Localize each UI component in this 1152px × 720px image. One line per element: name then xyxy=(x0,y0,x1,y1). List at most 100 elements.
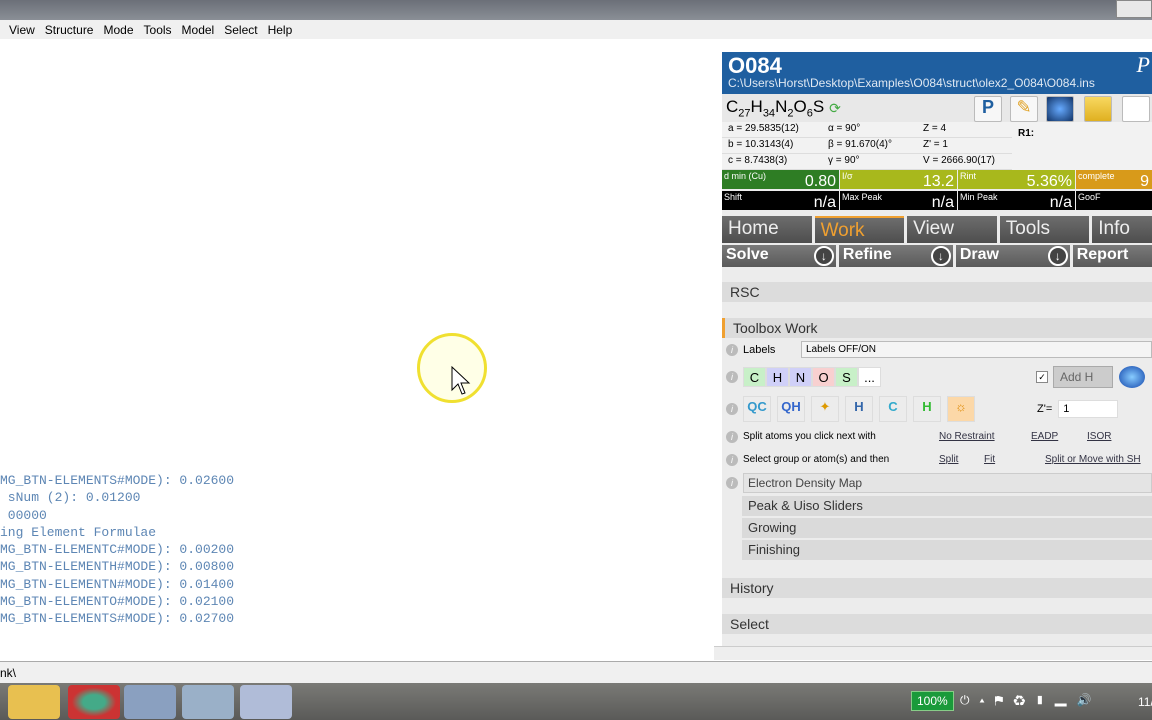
group-peak-uiso-sliders[interactable]: Peak & Uiso Sliders xyxy=(742,496,1152,516)
stat-value: 9 xyxy=(1140,173,1149,190)
app-icon[interactable] xyxy=(182,685,234,719)
group-finishing[interactable]: Finishing xyxy=(742,540,1152,560)
stat-max-peak: Max Peak n/a xyxy=(840,190,957,211)
stats-grid: d min (Cu) 0.80 I/σ 13.2 Rint 5.36% complete 9 S… xyxy=(722,170,1152,211)
menu-structure[interactable]: Structure xyxy=(40,23,99,37)
split-link[interactable]: Split xyxy=(939,454,984,465)
clock[interactable]: 11/ xyxy=(1138,695,1152,709)
section-rsc[interactable]: RSC xyxy=(722,282,1152,302)
rotate-icon[interactable]: C xyxy=(879,396,907,422)
tab-work[interactable]: Work xyxy=(814,216,905,243)
info-icon[interactable]: i xyxy=(726,476,738,489)
section-toolbox-work[interactable]: Toolbox Work xyxy=(722,318,1152,338)
eadp-link[interactable]: EADP xyxy=(1031,431,1087,442)
no-restraint-link[interactable]: No Restraint xyxy=(939,431,1031,442)
more-elements-button[interactable]: ... xyxy=(858,367,881,387)
element-c-button[interactable]: C xyxy=(743,367,766,387)
info-icon[interactable]: i xyxy=(726,343,738,356)
menu-model[interactable]: Model xyxy=(177,23,220,37)
split-move-sh-link[interactable]: Split or Move with SH xyxy=(1045,454,1141,465)
menu-tools[interactable]: Tools xyxy=(139,23,177,37)
draw-button[interactable]: Draw ↓ xyxy=(955,245,1070,267)
q-to-h-icon[interactable]: QH xyxy=(777,396,805,422)
app-icon[interactable] xyxy=(124,685,176,719)
olex2-control-panel: O084 C:\Users\Horst\Desktop\Examples\O08… xyxy=(722,52,1152,660)
q-to-c-icon[interactable]: QC xyxy=(743,396,771,422)
folder-icon[interactable] xyxy=(1084,96,1112,122)
refine-button[interactable]: Refine ↓ xyxy=(838,245,953,267)
stat-value: 13.2 xyxy=(922,173,954,190)
labels-row: i Labels Labels OFF/ON xyxy=(722,338,1152,361)
menu-help[interactable]: Help xyxy=(263,23,298,37)
cell-volume: V = 2666.90(17) xyxy=(917,154,1012,170)
zprime-input[interactable]: 1 xyxy=(1058,400,1119,418)
addh-checkbox[interactable]: ✓ xyxy=(1036,371,1048,383)
element-h-button[interactable]: H xyxy=(766,367,789,387)
stat-value: n/a xyxy=(1049,193,1072,211)
tools-row: i QC QH ✦ H C H ☼ Z'= 1 xyxy=(722,393,1152,425)
group-growing[interactable]: Growing xyxy=(742,518,1152,538)
stat-label: GooF xyxy=(1078,191,1101,202)
info-icon[interactable]: i xyxy=(726,403,738,415)
grow-icon[interactable]: ☼ xyxy=(947,396,975,422)
download-icon[interactable]: ↓ xyxy=(1047,246,1068,266)
isor-link[interactable]: ISOR xyxy=(1087,431,1111,442)
stat-label: I/σ xyxy=(842,171,853,181)
cell-z: Z = 4 xyxy=(917,122,1012,138)
battery-indicator[interactable]: 100% xyxy=(911,691,954,711)
refresh-icon[interactable]: ⟳ xyxy=(829,100,841,117)
explorer-icon[interactable] xyxy=(8,685,60,719)
stat-complete: complete 9 xyxy=(1076,170,1152,190)
notepad-icon[interactable] xyxy=(1122,96,1150,122)
delete-h-icon[interactable]: H xyxy=(845,396,873,422)
platon-icon[interactable]: P xyxy=(974,96,1002,122)
structure-path[interactable]: C:\Users\Horst\Desktop\Examples\O084\str… xyxy=(728,76,1146,90)
menu-select[interactable]: Select xyxy=(219,23,262,37)
clean-icon[interactable]: ✦ xyxy=(811,396,839,422)
stat-label: Min Peak xyxy=(960,191,998,202)
menu-mode[interactable]: Mode xyxy=(98,23,138,37)
cell-beta: β = 91.670(4)° xyxy=(822,138,917,154)
info-icon[interactable]: i xyxy=(726,371,738,383)
edm-row: i Electron Density Map xyxy=(722,471,1152,494)
download-icon[interactable]: ↓ xyxy=(930,246,951,266)
split-text: Split atoms you click next with xyxy=(743,431,876,442)
horizontal-scrollbar[interactable] xyxy=(714,646,1152,660)
info-icon[interactable]: i xyxy=(726,430,738,443)
electron-density-map-button[interactable]: Electron Density Map xyxy=(743,472,1152,493)
cell-gamma: γ = 90° xyxy=(822,154,917,170)
pencil-icon[interactable]: ✎ xyxy=(1010,96,1038,122)
close-button[interactable] xyxy=(1116,0,1152,18)
menu-view[interactable]: View xyxy=(4,23,40,37)
chrome-icon[interactable] xyxy=(68,685,120,719)
element-n-button[interactable]: N xyxy=(789,367,812,387)
element-o-button[interactable]: O xyxy=(812,367,835,387)
stat-shift: Shift n/a xyxy=(722,190,839,211)
download-icon[interactable]: ↓ xyxy=(813,246,834,266)
tray-icons[interactable]: ⏻▴⚑♻▮▂🔊 xyxy=(960,693,1102,708)
cell-a: a = 29.5835(12) xyxy=(722,122,822,138)
section-select[interactable]: Select xyxy=(722,614,1152,634)
labels-select[interactable]: Labels OFF/ON xyxy=(801,341,1152,358)
tab-view[interactable]: View xyxy=(907,216,997,243)
element-s-button[interactable]: S xyxy=(835,367,858,387)
stat-rint: Rint 5.36% xyxy=(958,170,1075,190)
stat-value: 5.36% xyxy=(1026,173,1072,190)
corner-logo: P xyxy=(1136,52,1150,77)
formula-row: C27H34N2O6S ⟳ P ✎ xyxy=(722,94,1152,122)
edit-structure-icon[interactable] xyxy=(1046,96,1074,122)
ellipsoid-icon[interactable] xyxy=(1119,366,1145,388)
tab-info[interactable]: Info xyxy=(1092,216,1152,243)
info-icon[interactable]: i xyxy=(726,453,738,466)
add-h-button[interactable]: Add H xyxy=(1053,366,1113,388)
tab-tools[interactable]: Tools xyxy=(999,216,1090,243)
olex2-icon[interactable] xyxy=(240,685,292,719)
hfix-icon[interactable]: H xyxy=(913,396,941,422)
tab-home[interactable]: Home xyxy=(722,216,812,243)
report-button[interactable]: Report xyxy=(1072,245,1152,267)
section-history[interactable]: History xyxy=(722,578,1152,598)
fit-link[interactable]: Fit xyxy=(984,454,1045,465)
solve-button[interactable]: Solve ↓ xyxy=(722,245,836,267)
stat-label: Rint xyxy=(960,171,977,181)
console-line: MG_BTN-ELEMENTS#MODE): 0.02600 xyxy=(0,473,235,488)
